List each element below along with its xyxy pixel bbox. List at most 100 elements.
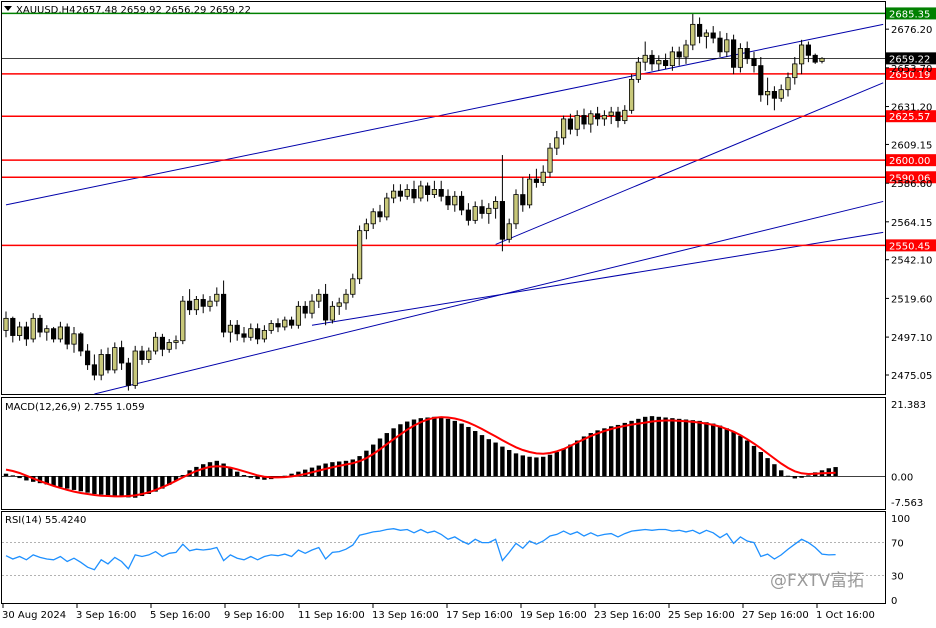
candle-body — [656, 60, 662, 65]
candle-body — [23, 326, 30, 340]
candle-body — [615, 111, 621, 122]
candle-body — [452, 195, 458, 206]
candle-body — [492, 201, 499, 209]
symbol-label: XAUUSD,H4 — [16, 5, 75, 16]
macd-histogram-bar — [581, 436, 587, 477]
candle-body — [234, 324, 240, 335]
macd-histogram-bar — [452, 420, 457, 477]
macd-label: MACD(12,26,9) 2.755 1.059 — [5, 402, 145, 413]
candle-body — [581, 115, 587, 125]
macd-histogram-bar — [330, 462, 335, 477]
candle-body — [445, 195, 451, 206]
level-price-tag-text: 2625.57 — [889, 112, 930, 123]
candle-body — [805, 44, 812, 56]
candle-body — [98, 354, 104, 376]
candle-body — [642, 54, 648, 63]
x-tick-label: 13 Sep 16:00 — [372, 610, 439, 621]
x-tick-label: 30 Aug 2024 — [2, 610, 66, 621]
candle-body — [737, 48, 744, 68]
candle-body — [3, 317, 9, 331]
macd-histogram-bar — [466, 426, 471, 477]
macd-histogram-bar — [588, 433, 593, 477]
macd-histogram-bar — [71, 476, 77, 490]
x-tick-label: 27 Sep 16:00 — [742, 610, 809, 621]
x-tick-label: 5 Sep 16:00 — [150, 610, 210, 621]
rsi-y-tick-label: 100 — [891, 514, 910, 525]
candle-body — [125, 362, 131, 386]
macd-histogram-bar — [731, 431, 736, 477]
candle-body — [261, 329, 268, 340]
macd-histogram-bar — [643, 416, 648, 477]
macd-histogram-bar — [241, 475, 247, 477]
y-tick-label: 2497.10 — [891, 333, 932, 344]
candle-body — [268, 323, 274, 331]
candle-body — [16, 326, 23, 336]
candle-body — [697, 23, 703, 37]
candle-body — [703, 32, 710, 37]
candle-body — [132, 350, 138, 386]
candle-body — [390, 190, 397, 199]
macd-histogram-bar — [439, 417, 444, 477]
candle — [513, 189, 519, 229]
candle-body — [663, 60, 669, 67]
candle-body — [384, 197, 390, 218]
candle-body — [248, 328, 254, 338]
candle-body — [254, 328, 261, 340]
candle-body — [554, 137, 560, 149]
macd-histogram-bar — [656, 416, 661, 477]
candle-body — [207, 300, 213, 307]
macd-histogram-bar — [785, 475, 791, 477]
candle-body — [527, 178, 533, 206]
macd-histogram-bar — [371, 444, 376, 477]
macd-histogram-bar — [384, 433, 389, 477]
y-tick-label: 2542.10 — [891, 256, 932, 267]
macd-histogram-bar — [3, 473, 9, 477]
candle-body — [288, 319, 295, 326]
macd-histogram-bar — [772, 464, 777, 477]
candle-body — [683, 44, 689, 58]
candle-body — [200, 299, 206, 307]
macd-histogram-bar — [697, 420, 702, 477]
macd-histogram-bar — [459, 423, 464, 477]
y-tick-label: 2586.60 — [891, 179, 932, 190]
x-tick-label: 25 Sep 16:00 — [668, 610, 735, 621]
macd-histogram-bar — [418, 418, 423, 477]
candle-body — [295, 305, 302, 326]
candle-body — [85, 350, 91, 366]
candle-body — [51, 328, 57, 340]
macd-histogram-bar — [255, 476, 260, 480]
macd-histogram-bar — [554, 452, 559, 477]
macd-histogram-bar — [833, 467, 838, 477]
macd-histogram-bar — [343, 460, 349, 477]
macd-histogram-bar — [520, 455, 525, 477]
candle-body — [574, 115, 580, 130]
candle-body — [119, 347, 125, 364]
candle-body — [424, 185, 431, 195]
candle-body — [404, 189, 410, 197]
candle-body — [465, 209, 472, 221]
macd-histogram-bar — [758, 452, 763, 477]
candle-body — [64, 326, 70, 345]
candle — [527, 173, 533, 209]
candle-body — [676, 51, 682, 58]
candle-body — [71, 333, 77, 345]
x-tick-label: 1 Oct 16:00 — [816, 610, 875, 621]
trading-chart[interactable]: XAUUSD,H4 2657.48 2659.92 2656.29 2659.2… — [0, 0, 936, 624]
candle-body — [44, 328, 50, 333]
x-tick-label: 23 Sep 16:00 — [594, 610, 661, 621]
macd-histogram-bar — [432, 416, 437, 477]
candle-body — [629, 78, 635, 111]
candle — [125, 357, 131, 391]
candle-body — [152, 336, 159, 352]
macd-histogram-bar — [507, 449, 512, 477]
candle-body — [411, 189, 417, 199]
macd-y-tick-label: 21.383 — [891, 400, 926, 411]
candle-body — [418, 185, 424, 199]
macd-histogram-bar — [711, 423, 716, 477]
candle-body — [812, 54, 818, 63]
macd-histogram-bar — [248, 476, 253, 478]
macd-histogram-bar — [58, 476, 63, 488]
candle-body — [758, 65, 764, 96]
macd-histogram-bar — [677, 418, 682, 477]
candle-body — [220, 293, 227, 333]
